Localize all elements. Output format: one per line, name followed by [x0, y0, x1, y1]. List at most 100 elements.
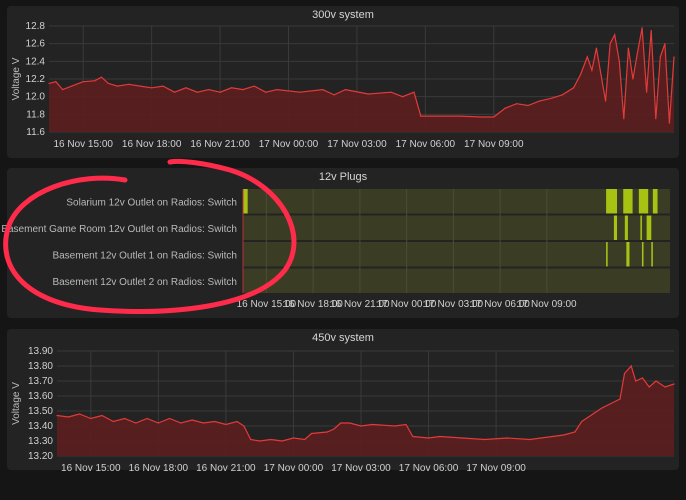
data-point: [551, 435, 554, 438]
data-point: [333, 428, 335, 430]
data-point: [276, 89, 278, 91]
data-point: [349, 422, 351, 424]
data-point: [225, 423, 227, 426]
y-tick-label: 11.6: [26, 127, 45, 138]
data-point: [529, 438, 531, 441]
data-point: [668, 122, 671, 124]
x-tick-label: 17 Nov 06:00: [396, 139, 456, 150]
data-point: [673, 56, 675, 58]
data-point: [202, 422, 204, 424]
timeline-on-segment: [624, 215, 628, 240]
y-tick-label: 13.30: [28, 436, 53, 447]
data-point: [139, 85, 141, 87]
x-tick-label: 17 Nov 03:00: [331, 463, 391, 474]
data-point: [310, 432, 313, 435]
x-tick-label: 16 Nov 21:00: [190, 139, 250, 150]
data-point: [659, 56, 661, 58]
data-point: [623, 372, 626, 375]
timeline-row-bg: [243, 215, 670, 240]
data-point: [56, 414, 58, 417]
data-point: [242, 89, 244, 91]
voltage-450v-panel: 450v system 13.90 13.80 13.70 13.60 13.50 13.…: [7, 329, 679, 474]
timeline-on-segment: [638, 189, 649, 214]
data-point: [648, 386, 650, 388]
timeline-row-label: Basement 12v Outlet 1 on Radios: Switch: [52, 250, 237, 261]
data-point: [427, 437, 430, 439]
data-point: [673, 383, 675, 385]
data-point: [412, 435, 414, 438]
data-point: [100, 76, 103, 78]
timeline-on-segment: [640, 215, 642, 240]
timeline-on-segment: [651, 242, 653, 267]
data-point: [595, 47, 598, 49]
data-point: [506, 437, 508, 439]
y-tick-label: 13.60: [28, 391, 53, 402]
chart-450v[interactable]: 13.90 13.80 13.70 13.60 13.50 13.40 13.30 13.20…: [7, 329, 679, 474]
y-tick-label: 12.8: [26, 21, 46, 32]
data-point: [94, 80, 96, 82]
data-point: [292, 437, 295, 439]
timeline-on-segment: [606, 242, 608, 267]
data-point: [78, 413, 81, 415]
data-point: [128, 83, 130, 85]
y-tick-label: 11.8: [26, 109, 45, 120]
x-tick-label: 17 Nov 03:00: [327, 139, 387, 150]
data-point: [67, 416, 69, 418]
timeline-row-bg: [243, 268, 670, 293]
y-axis-label: Voltage V: [11, 57, 22, 100]
data-point: [146, 417, 148, 420]
y-axis-label: Voltage V: [11, 382, 22, 425]
data-point: [340, 422, 342, 424]
data-point: [581, 420, 583, 423]
chart-300v[interactable]: 12.8 12.6 12.4 12.2 12.0 11.8 11.6 16 Nov 15:00…: [7, 6, 679, 158]
data-point: [516, 103, 518, 105]
y-tick-label: 13.70: [28, 376, 53, 387]
data-point: [561, 94, 563, 96]
data-point: [135, 422, 137, 424]
data-point: [208, 89, 210, 91]
x-tick-label: 16 Nov 15:00: [53, 139, 113, 150]
timeline-on-segment: [243, 189, 248, 214]
timeline-row-label: Solarium 12v Outlet on Radios: Switch: [66, 197, 237, 208]
data-point: [458, 115, 461, 117]
data-point: [563, 434, 565, 436]
data-point: [610, 402, 612, 405]
data-point: [591, 69, 593, 71]
chart-12v-plugs[interactable]: Solarium 12v Outlet on Radios: Switch Bas…: [1, 168, 679, 318]
data-point: [116, 85, 119, 87]
data-point: [344, 89, 347, 91]
data-point: [173, 91, 176, 93]
data-point: [504, 107, 506, 109]
data-point: [281, 440, 283, 442]
data-point: [461, 437, 463, 439]
data-point: [655, 118, 657, 120]
data-point: [55, 81, 57, 83]
data-point: [333, 94, 335, 96]
data-point: [413, 91, 415, 93]
y-tick-label: 12.4: [26, 56, 46, 67]
data-point: [641, 377, 644, 379]
data-point: [168, 417, 171, 420]
timeline-on-segment: [626, 242, 630, 267]
x-tick-label: 17 Nov 06:00: [399, 463, 459, 474]
x-tick-label: 16 Nov 21:00: [196, 463, 256, 474]
x-tick-label: 17 Nov 00:00: [259, 139, 319, 150]
data-point: [609, 43, 611, 45]
x-tick-label: 16 Nov 18:00: [122, 139, 182, 150]
data-point: [646, 91, 648, 93]
x-tick-label: 17 Nov 00:00: [264, 463, 324, 474]
data-point: [196, 91, 198, 93]
data-point: [270, 438, 272, 441]
data-point: [90, 417, 92, 420]
data-point: [48, 82, 50, 85]
timeline-row-label: Basement Game Room 12v Outlet on Radios:…: [1, 224, 237, 235]
data-point: [265, 91, 267, 93]
data-point: [436, 115, 438, 117]
timeline-on-segment: [641, 242, 644, 267]
timeline-on-segment: [646, 215, 652, 240]
data-point: [180, 422, 182, 424]
plugs-panel: 12v Plugs Solarium 12v Outlet on Radios:…: [1, 168, 679, 318]
data-point: [650, 29, 652, 32]
data-point: [157, 422, 159, 424]
timeline-on-segment: [652, 189, 658, 214]
